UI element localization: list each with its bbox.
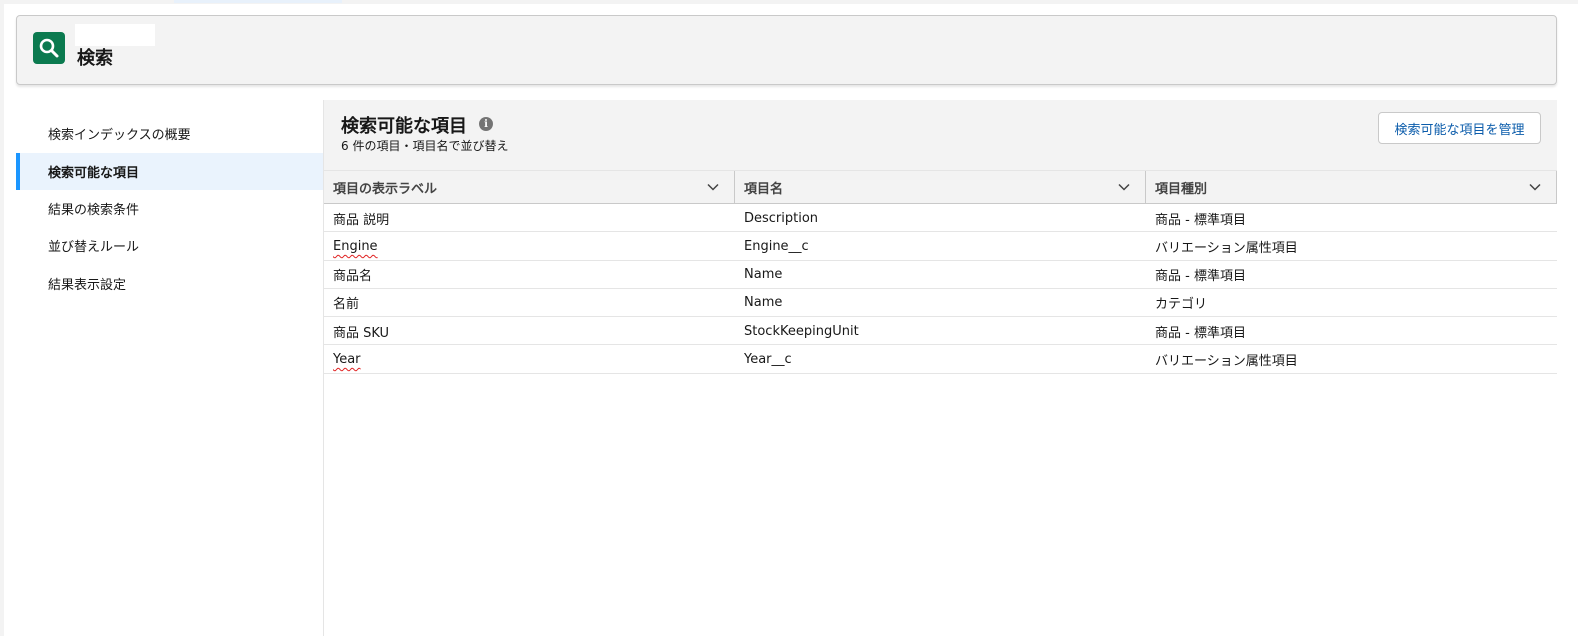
cell-api-name: StockKeepingUnit bbox=[744, 323, 859, 339]
main-panel: 検索可能な項目 i 6 件の項目・項目名で並び替え 検索可能な項目を管理 項目の… bbox=[324, 100, 1557, 636]
search-icon bbox=[33, 32, 65, 64]
sidebar-item-result-display[interactable]: 結果表示設定 bbox=[16, 265, 324, 302]
cell-field-type: 商品 - 標準項目 bbox=[1155, 212, 1246, 228]
left-edge bbox=[0, 0, 4, 636]
fields-table: 項目の表示ラベル 項目名 項目種別 商品 説明 Description 商品 -… bbox=[324, 170, 1557, 374]
cell-label: Engine bbox=[324, 232, 378, 260]
cell-field-type: 商品 - 標準項目 bbox=[1155, 269, 1246, 285]
column-header-text: 項目名 bbox=[744, 182, 784, 197]
column-header-text: 項目の表示ラベル bbox=[333, 182, 438, 197]
table-row: 商品 SKU StockKeepingUnit 商品 - 標準項目 bbox=[324, 317, 1557, 346]
column-header-field-type[interactable]: 項目種別 bbox=[1146, 171, 1556, 204]
column-header-text: 項目種別 bbox=[1155, 182, 1208, 197]
cell-field-type: 商品 - 標準項目 bbox=[1155, 325, 1246, 341]
manage-searchable-fields-button[interactable]: 検索可能な項目を管理 bbox=[1378, 112, 1541, 144]
cell-label: 商品 説明 bbox=[333, 212, 390, 228]
cell-api-name: Description bbox=[744, 210, 819, 226]
sidebar-item-searchable-fields[interactable]: 検索可能な項目 bbox=[16, 153, 324, 190]
cell-label: Year bbox=[324, 345, 361, 373]
table-row: 商品 説明 Description 商品 - 標準項目 bbox=[324, 204, 1557, 233]
panel-subtitle: 6 件の項目・項目名で並び替え bbox=[341, 139, 509, 153]
cell-field-type: カテゴリ bbox=[1155, 297, 1208, 313]
info-icon[interactable]: i bbox=[479, 117, 493, 131]
cell-field-type: バリエーション属性項目 bbox=[1155, 353, 1298, 369]
table-row: Year Year__c バリエーション属性項目 bbox=[324, 345, 1557, 374]
table-row: 名前 Name カテゴリ bbox=[324, 288, 1557, 318]
page-title: 検索 bbox=[77, 48, 113, 69]
chevron-down-icon[interactable] bbox=[706, 180, 720, 194]
cell-field-type: バリエーション属性項目 bbox=[1155, 240, 1298, 256]
cell-api-name: Year__c bbox=[744, 351, 792, 367]
panel-header: 検索可能な項目 i 6 件の項目・項目名で並び替え 検索可能な項目を管理 bbox=[324, 100, 1557, 170]
cell-label: 商品名 bbox=[333, 269, 373, 285]
chevron-down-icon[interactable] bbox=[1528, 180, 1542, 194]
cell-api-name: Name bbox=[744, 267, 783, 283]
table-row: 商品名 Name 商品 - 標準項目 bbox=[324, 260, 1557, 289]
panel-title: 検索可能な項目 bbox=[341, 116, 467, 137]
chevron-down-icon[interactable] bbox=[1117, 180, 1131, 194]
column-divider bbox=[1556, 171, 1557, 204]
sidebar: 検索インデックスの概要 検索可能な項目 結果の検索条件 並び替えルール 結果表示… bbox=[16, 100, 324, 636]
column-header-label[interactable]: 項目の表示ラベル bbox=[324, 171, 734, 204]
column-header-api-name[interactable]: 項目名 bbox=[735, 171, 1145, 204]
sidebar-item-index-overview[interactable]: 検索インデックスの概要 bbox=[16, 115, 324, 152]
cell-label: 商品 SKU bbox=[333, 325, 390, 341]
cell-label-text: Year bbox=[333, 351, 361, 367]
sidebar-item-result-filters[interactable]: 結果の検索条件 bbox=[16, 190, 324, 227]
cell-api-name: Name bbox=[744, 295, 783, 311]
sidebar-item-sort-rules[interactable]: 並び替えルール bbox=[16, 227, 324, 264]
header-blank-area bbox=[75, 24, 155, 46]
page-header: 検索 bbox=[16, 15, 1557, 85]
table-header: 項目の表示ラベル 項目名 項目種別 bbox=[324, 170, 1557, 204]
cell-label: 名前 bbox=[333, 297, 360, 313]
table-row: Engine Engine__c バリエーション属性項目 bbox=[324, 232, 1557, 261]
active-tab-indicator bbox=[174, 0, 342, 3]
cell-label-text: Engine bbox=[333, 238, 378, 254]
cell-api-name: Engine__c bbox=[744, 238, 809, 254]
